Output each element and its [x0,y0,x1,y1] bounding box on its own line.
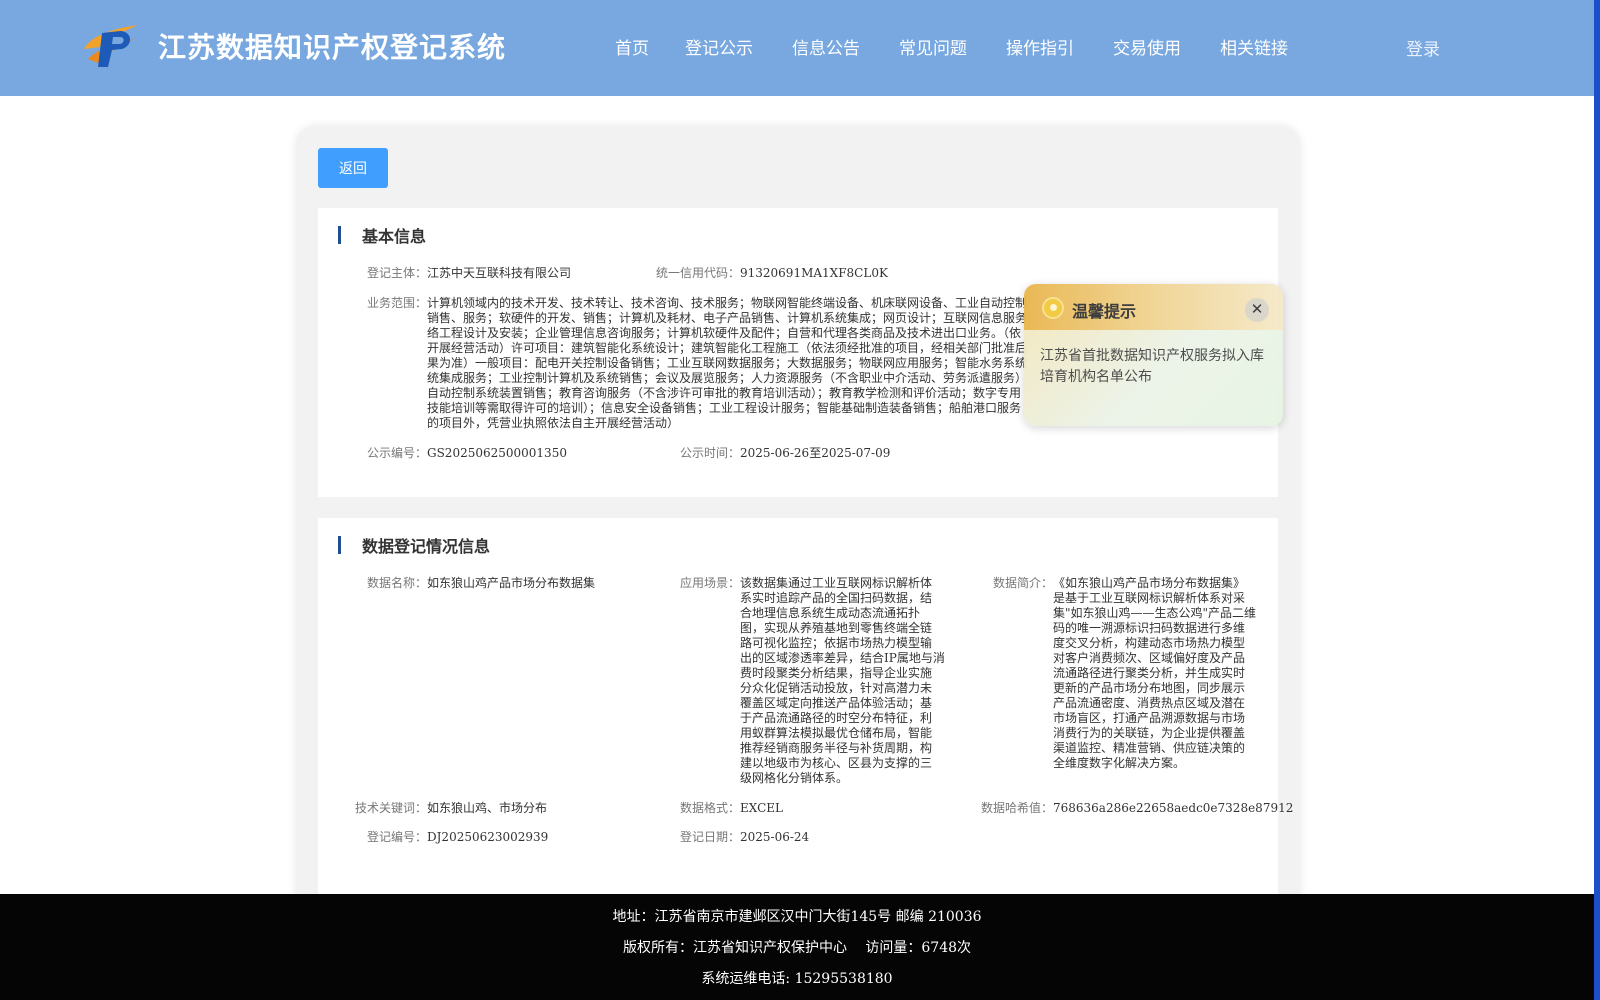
pub-time-value: 2025-06-26至2025-07-09 [740,446,891,460]
intro-line: 是基于工业互联网标识解析体系对采 [1053,591,1246,605]
intro-line: 度交叉分析，构建动态市场热力模型 [1053,636,1246,650]
scene-line: 用蚁群算法模拟最优仓储布局，智能 [740,726,933,740]
section-title-basic: 基本信息 [362,227,427,246]
subject-value: 江苏中天互联科技有限公司 [427,266,572,280]
top-header: 江苏数据知识产权登记系统 首页 登记公示 信息公告 常见问题 操作指引 交易使用… [0,0,1594,96]
back-button[interactable]: 返回 [318,148,388,188]
intro-value: 《如东狼山鸡产品市场分布数据集》 是基于工业互联网标识解析体系对采 集"如东狼山… [1053,576,1265,771]
popup-notice-link[interactable]: 江苏省首批数据知识产权服务拟入库培育机构名单公布 [1040,346,1272,388]
section-bar [338,536,341,554]
scene-line: 推荐经销商服务半径与补货周期，构 [740,741,933,755]
intro-line: 产品流通密度、消费热点区域及潜在 [1053,696,1246,710]
intro-label: 数据简介： [992,576,1053,590]
scene-line: 分众化促销活动投放，针对高潜力未 [740,681,933,695]
section-title-registration: 数据登记情况信息 [362,537,491,556]
intro-line: 对客户消费频次、区域偏好度及产品 [1053,651,1246,665]
pub-no-value: GS2025062500001350 [427,446,567,460]
scene-line: 出的区域渗透率差异，结合IP属地与消 [740,651,945,665]
scene-line: 图，实现从养殖基地到零售终端全链 [740,621,933,635]
scene-line: 建以地级市为核心、区县为支撑的三 [740,756,933,770]
logo-icon[interactable] [80,19,142,71]
scene-line: 合地理信息系统生成动态流通拓扑 [740,606,921,620]
scene-line: 于产品流通路径的时空分布特征，利 [740,711,933,725]
intro-line: 集"如东狼山鸡——生态公鸡"产品二维 [1053,606,1257,620]
scene-line: 覆盖区域定向推送产品体验活动；基 [740,696,933,710]
nav-registration-publicity[interactable]: 登记公示 [685,34,753,59]
intro-line: 码的唯一溯源标识扫码数据进行多维 [1053,621,1246,635]
reg-no-label: 登记编号： [366,830,427,844]
credit-code-label: 统一信用代码： [655,266,740,280]
scene-label: 应用场景： [679,576,740,590]
scene-line: 费时段聚类分析结果，指导企业实施 [740,666,933,680]
scope-label: 业务范围： [366,296,427,310]
reg-date-label: 登记日期： [679,830,740,844]
site-title: 江苏数据知识产权登记系统 [158,31,507,64]
main-nav: 首页 登记公示 信息公告 常见问题 操作指引 交易使用 相关链接 [615,34,1327,59]
nav-trade-use[interactable]: 交易使用 [1113,34,1181,59]
hash-value: 768636a286e22658aedc0e7328e87912 [1053,801,1294,815]
credit-code-value: 91320691MA1XF8CL0K [740,266,888,280]
intro-line: 渠道监控、精准营销、供应链决策的 [1053,741,1246,755]
intro-line: 流通路径进行聚类分析，并生成实时 [1053,666,1246,680]
scrollbar-edge [1594,0,1600,1000]
scene-line: 该数据集通过工业互联网标识解析体 [740,576,933,590]
intro-line: 市场盲区，打通产品溯源数据与市场 [1053,711,1246,725]
nav-home[interactable]: 首页 [615,34,649,59]
popup-title: 温馨提示 [1072,302,1137,321]
registration-info-panel: 数据登记情况信息 数据名称： 如东狼山鸡产品市场分布数据集 应用场景： 该数据集… [318,518,1293,898]
intro-line: 《如东狼山鸡产品市场分布数据集》 [1053,576,1246,590]
reg-date-value: 2025-06-24 [740,830,810,844]
intro-line: 更新的产品市场分布地图，同步展示 [1053,681,1246,695]
intro-line: 消费行为的关联链，为企业提供覆盖 [1053,726,1246,740]
login-link[interactable]: 登录 [1406,35,1440,60]
section-heading: 基本信息 [338,226,427,246]
footer-address: 地址：江苏省南京市建邺区汉中门大街145号 邮编 210036 [612,909,982,925]
reg-no-value: DJ20250623002939 [427,830,549,844]
scene-line: 路可视化监控；依据市场热力模型输 [740,636,933,650]
close-icon[interactable]: ✕ [1245,298,1269,322]
nav-links[interactable]: 相关链接 [1220,34,1288,59]
scene-value: 该数据集通过工业互联网标识解析体 系实时追踪产品的全国扫码数据，结 合地理信息系… [740,576,950,786]
nav-announcements[interactable]: 信息公告 [792,34,860,59]
format-label: 数据格式： [679,801,740,815]
keywords-label: 技术关键词： [354,801,427,815]
footer-copyright: 版权所有：江苏省知识产权保护中心 访问量：6748次 [622,940,972,956]
footer: 地址：江苏省南京市建邺区汉中门大街145号 邮编 210036 版权所有：江苏省… [0,894,1594,1000]
section-bar [338,226,341,244]
data-name-value: 如东狼山鸡产品市场分布数据集 [427,576,596,590]
section-heading: 数据登记情况信息 [338,536,491,556]
reg-no-row: 登记编号： DJ20250623002939 登记日期： 2025-06-24 [318,830,1278,846]
bulb-icon [1042,297,1064,319]
format-value: EXCEL [740,801,784,815]
data-name-label: 数据名称： [366,576,427,590]
keywords-value: 如东狼山鸡、市场分布 [427,801,548,815]
pub-no-label: 公示编号： [366,446,427,460]
subject-row: 登记主体： 江苏中天互联科技有限公司 统一信用代码： 91320691MA1XF… [318,266,1278,282]
footer-phone: 系统运维电话: 15295538180 [701,971,893,987]
pub-time-label: 公示时间： [679,446,740,460]
hash-label: 数据哈希值： [980,801,1053,815]
subject-label: 登记主体： [366,266,427,280]
scene-line: 级网格化分销体系。 [740,771,849,785]
nav-faq[interactable]: 常见问题 [899,34,967,59]
notice-popup: 温馨提示 ✕ 江苏省首批数据知识产权服务拟入库培育机构名单公布 [1024,284,1283,426]
publicity-row: 公示编号： GS2025062500001350 公示时间： 2025-06-2… [318,446,1278,462]
scene-line: 系实时追踪产品的全国扫码数据，结 [740,591,933,605]
nav-guide[interactable]: 操作指引 [1006,34,1074,59]
intro-line: 全维度数字化解决方案。 [1053,756,1186,770]
keywords-row: 技术关键词： 如东狼山鸡、市场分布 数据格式： EXCEL 数据哈希值： 768… [318,801,1293,817]
popup-header: 温馨提示 ✕ [1024,284,1283,330]
